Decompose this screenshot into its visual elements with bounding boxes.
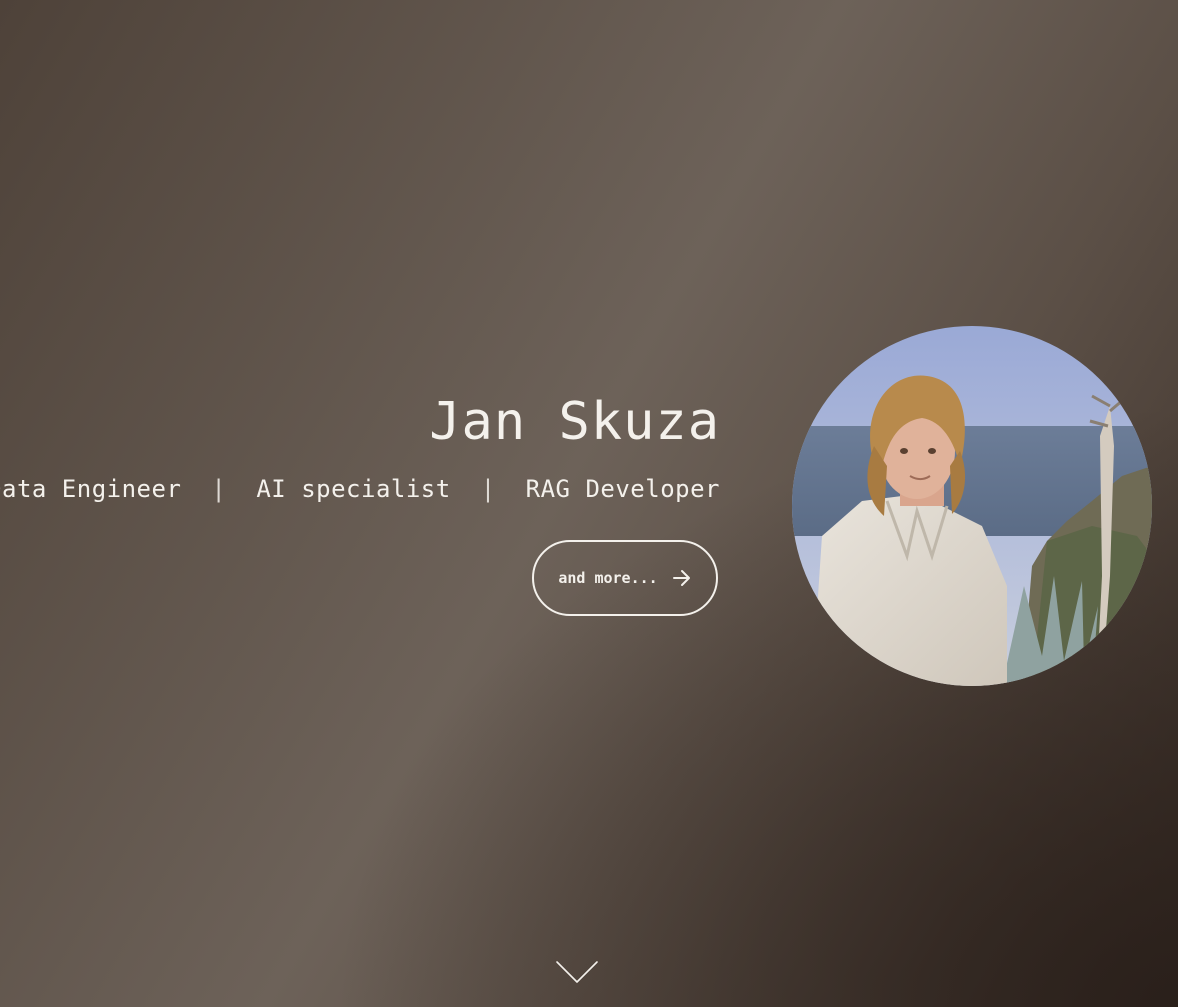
avatar [792, 326, 1152, 686]
role-separator: | [211, 475, 227, 503]
role-rag-developer: RAG Developer [525, 475, 720, 503]
and-more-button[interactable]: and more... [532, 540, 718, 616]
profile-photo [792, 326, 1152, 686]
arrow-right-icon [672, 569, 692, 587]
role-ai-specialist: AI specialist [256, 475, 451, 503]
scroll-down-button[interactable] [555, 958, 599, 986]
page-title: Jan Skuza [429, 392, 720, 452]
and-more-label: and more... [558, 569, 658, 587]
hero-section: Jan Skuza Data Engineer | AI specialist … [0, 0, 1178, 1007]
role-separator: | [480, 475, 496, 503]
chevron-down-icon [556, 961, 598, 983]
role-data-engineer: Data Engineer [0, 475, 182, 503]
roles-line: Data Engineer | AI specialist | RAG Deve… [0, 473, 720, 505]
